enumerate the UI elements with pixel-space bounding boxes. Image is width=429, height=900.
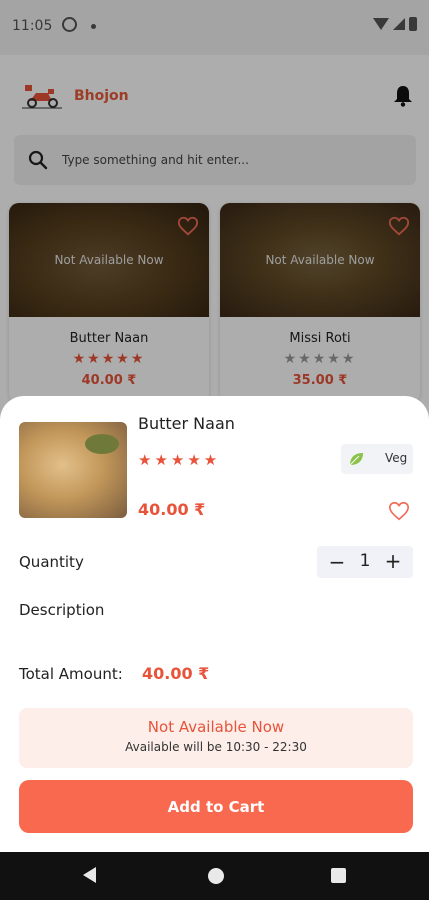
availability-notice: Not Available Now Available will be 10:3… (19, 708, 413, 768)
availability-hours: Available will be 10:30 - 22:30 (125, 740, 307, 754)
veg-label: Veg (385, 451, 408, 465)
description-label: Description (19, 601, 105, 619)
add-to-cart-button[interactable]: Add to Cart (19, 780, 413, 833)
back-icon[interactable] (83, 867, 96, 883)
home-icon[interactable] (208, 868, 224, 884)
leaf-icon (349, 453, 363, 466)
product-rating-stars: ★★★★★ (138, 451, 221, 469)
total-amount-label: Total Amount: (19, 665, 123, 683)
product-image (19, 422, 127, 518)
product-detail-sheet: Butter Naan ★★★★★ Veg 40.00 ₹ Quantity −… (0, 396, 429, 852)
veg-badge: Veg (341, 444, 413, 474)
increase-button[interactable]: + (381, 549, 405, 573)
recent-apps-icon[interactable] (331, 868, 346, 883)
product-price: 40.00 ₹ (138, 500, 206, 519)
system-nav-bar (0, 852, 429, 900)
quantity-label: Quantity (19, 553, 84, 571)
quantity-stepper: − 1 + (317, 546, 413, 578)
quantity-value: 1 (359, 551, 371, 571)
heart-icon[interactable] (388, 500, 410, 522)
availability-title: Not Available Now (147, 718, 285, 736)
decrease-button[interactable]: − (325, 550, 349, 574)
product-name: Butter Naan (138, 414, 235, 433)
total-amount-value: 40.00 ₹ (142, 664, 210, 683)
